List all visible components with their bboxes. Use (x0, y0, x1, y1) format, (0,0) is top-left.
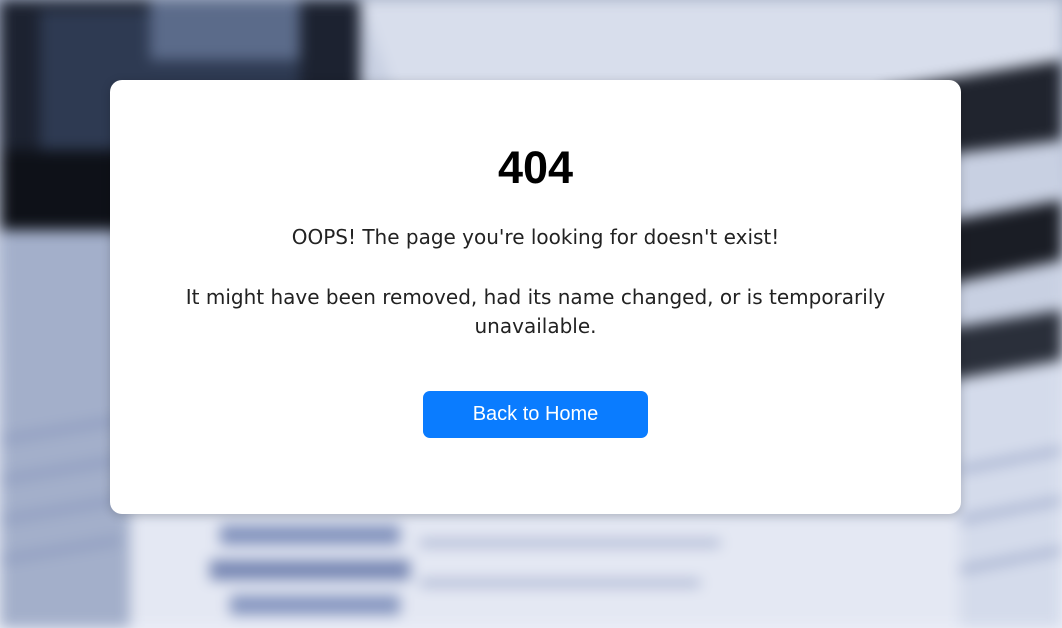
error-code: 404 (497, 142, 574, 193)
back-to-home-button[interactable]: Back to Home (423, 391, 648, 438)
error-details: It might have been removed, had its name… (185, 285, 886, 338)
error-message: OOPS! The page you're looking for doesn'… (291, 225, 780, 249)
error-card: 404 OOPS! The page you're looking for do… (110, 80, 961, 514)
